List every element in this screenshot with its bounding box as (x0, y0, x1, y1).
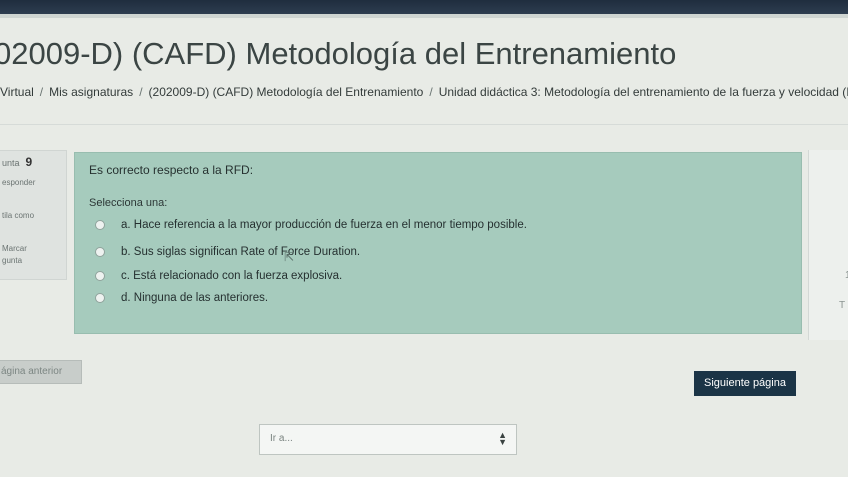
answer-option-c[interactable]: c. Está relacionado con la fuerza explos… (95, 270, 342, 282)
breadcrumb: Virtual / Mis asignaturas / (202009-D) (CAFD… (0, 85, 848, 99)
quiz-nav-text: T (839, 300, 846, 311)
top-navbar (0, 0, 848, 14)
breadcrumb-separator: / (39, 85, 44, 99)
breadcrumb-item-my-courses[interactable]: Mis asignaturas (49, 85, 133, 99)
answer-option-label[interactable]: a. Hace referencia a la mayor producción… (121, 219, 527, 231)
jump-to-select-value: Ir a... (270, 433, 293, 444)
question-mark: tila como (2, 211, 35, 220)
breadcrumb-item-virtual[interactable]: Virtual (0, 85, 34, 99)
answer-option-label[interactable]: c. Está relacionado con la fuerza explos… (121, 270, 342, 282)
breadcrumb-separator: / (429, 85, 433, 99)
question-text: Es correcto respecto a la RFD: (89, 163, 254, 177)
breadcrumb-item-course[interactable]: (202009-D) (CAFD) Metodología del Entren… (149, 85, 424, 99)
answer-option-label[interactable]: b. Sus siglas significan Rate of Force D… (121, 246, 360, 258)
select-arrows-icon: ▲ ▼ (498, 430, 507, 447)
breadcrumb-item-unit[interactable]: Unidad didáctica 3: Metodología del entr… (439, 85, 848, 99)
select-one-label: Selecciona una: (89, 197, 168, 209)
answer-option-a[interactable]: a. Hace referencia a la mayor producción… (95, 219, 527, 231)
radio-button[interactable] (95, 271, 105, 281)
jump-to-select[interactable]: Ir a... ▲ ▼ (259, 424, 517, 455)
previous-page-button[interactable]: ágina anterior (0, 360, 82, 384)
next-page-button[interactable]: Siguiente página (694, 371, 796, 396)
flag-question-link[interactable]: Marcar (2, 244, 27, 253)
answer-option-d[interactable]: d. Ninguna de las anteriores. (95, 292, 268, 304)
radio-button[interactable] (95, 293, 105, 303)
question-number-label: unta (2, 158, 20, 168)
question-card: Es correcto respecto a la RFD: Seleccion… (74, 152, 802, 334)
quiz-navigation-panel: 1 T (808, 150, 848, 340)
answer-option-b[interactable]: b. Sus siglas significan Rate of Force D… (95, 246, 360, 258)
mouse-cursor-icon: ⇱ (284, 250, 295, 264)
radio-button[interactable] (95, 220, 105, 230)
breadcrumb-separator: / (139, 85, 143, 99)
header-divider (0, 124, 848, 125)
radio-button[interactable] (95, 247, 105, 257)
question-info-box: unta 9 esponder tila como Marcar gunta (0, 150, 67, 280)
question-number-value: 9 (25, 155, 33, 169)
question-number: unta 9 (2, 155, 32, 169)
page-title: 02009-D) (CAFD) Metodología del Entrenam… (0, 36, 677, 71)
flag-question-link-2[interactable]: gunta (2, 256, 22, 265)
question-status: esponder (2, 178, 36, 187)
answer-option-label[interactable]: d. Ninguna de las anteriores. (121, 292, 268, 304)
navbar-shadow (0, 14, 848, 18)
